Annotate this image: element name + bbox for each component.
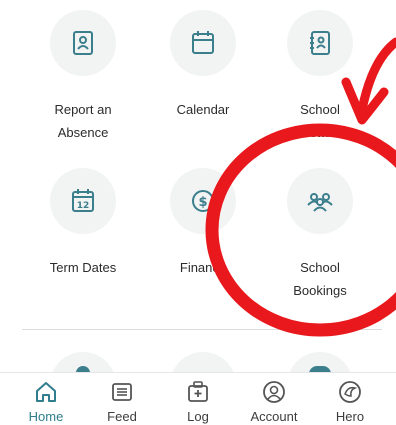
svg-text:12: 12	[77, 201, 90, 211]
school-bookings-label: School Bookings	[293, 260, 347, 298]
calendar-label: Calendar	[176, 102, 230, 117]
finance-icon-circle: $	[170, 168, 236, 234]
tab-log-label: Log	[187, 409, 209, 424]
school-bookings-icon-circle	[287, 168, 353, 234]
tab-hero-label: Hero	[335, 409, 365, 424]
id-card-icon	[73, 31, 93, 55]
contact-book-icon	[310, 31, 330, 55]
coin-icon: $	[192, 190, 214, 212]
school-details-icon-circle	[287, 10, 353, 76]
tab-account-label: Account	[250, 409, 298, 424]
report-absence-label: Report an Absence	[54, 102, 112, 140]
tab-log[interactable]: Log	[163, 373, 233, 424]
section-divider	[22, 329, 382, 330]
report-absence-icon-circle	[50, 10, 116, 76]
term-dates-icon-circle: 12	[50, 168, 116, 234]
tab-home[interactable]: Home	[11, 373, 81, 424]
bottom-tab-bar: Home Feed Log Account Hero	[0, 372, 396, 425]
school-bookings-tile[interactable]: School Bookings	[260, 168, 380, 302]
group-icon	[307, 193, 333, 212]
tab-feed[interactable]: Feed	[87, 373, 157, 424]
finance-tile[interactable]: $ Finance	[143, 168, 263, 279]
tab-feed-label: Feed	[107, 409, 137, 424]
home-icon	[36, 382, 56, 402]
term-dates-label: Term Dates	[49, 260, 117, 275]
school-details-label: School Details	[300, 102, 340, 140]
tab-hero[interactable]: Hero	[315, 373, 385, 424]
term-dates-tile[interactable]: 12 Term Dates	[23, 168, 143, 279]
hero-icon	[339, 381, 361, 403]
tab-home-label: Home	[28, 409, 64, 424]
log-icon	[188, 381, 208, 402]
calendar-icon	[192, 31, 214, 54]
account-icon	[263, 381, 285, 403]
calendar-12-icon: 12	[72, 189, 94, 212]
school-details-tile[interactable]: School Details	[260, 10, 380, 144]
feed-icon	[112, 383, 132, 401]
calendar-tile[interactable]: Calendar	[143, 10, 263, 121]
app-screen: Report an Absence Calendar School Detail	[0, 0, 396, 425]
calendar-icon-circle	[170, 10, 236, 76]
svg-text:$: $	[198, 195, 207, 210]
tab-account[interactable]: Account	[239, 373, 309, 424]
finance-label: Finance	[179, 260, 227, 275]
report-absence-tile[interactable]: Report an Absence	[23, 10, 143, 144]
